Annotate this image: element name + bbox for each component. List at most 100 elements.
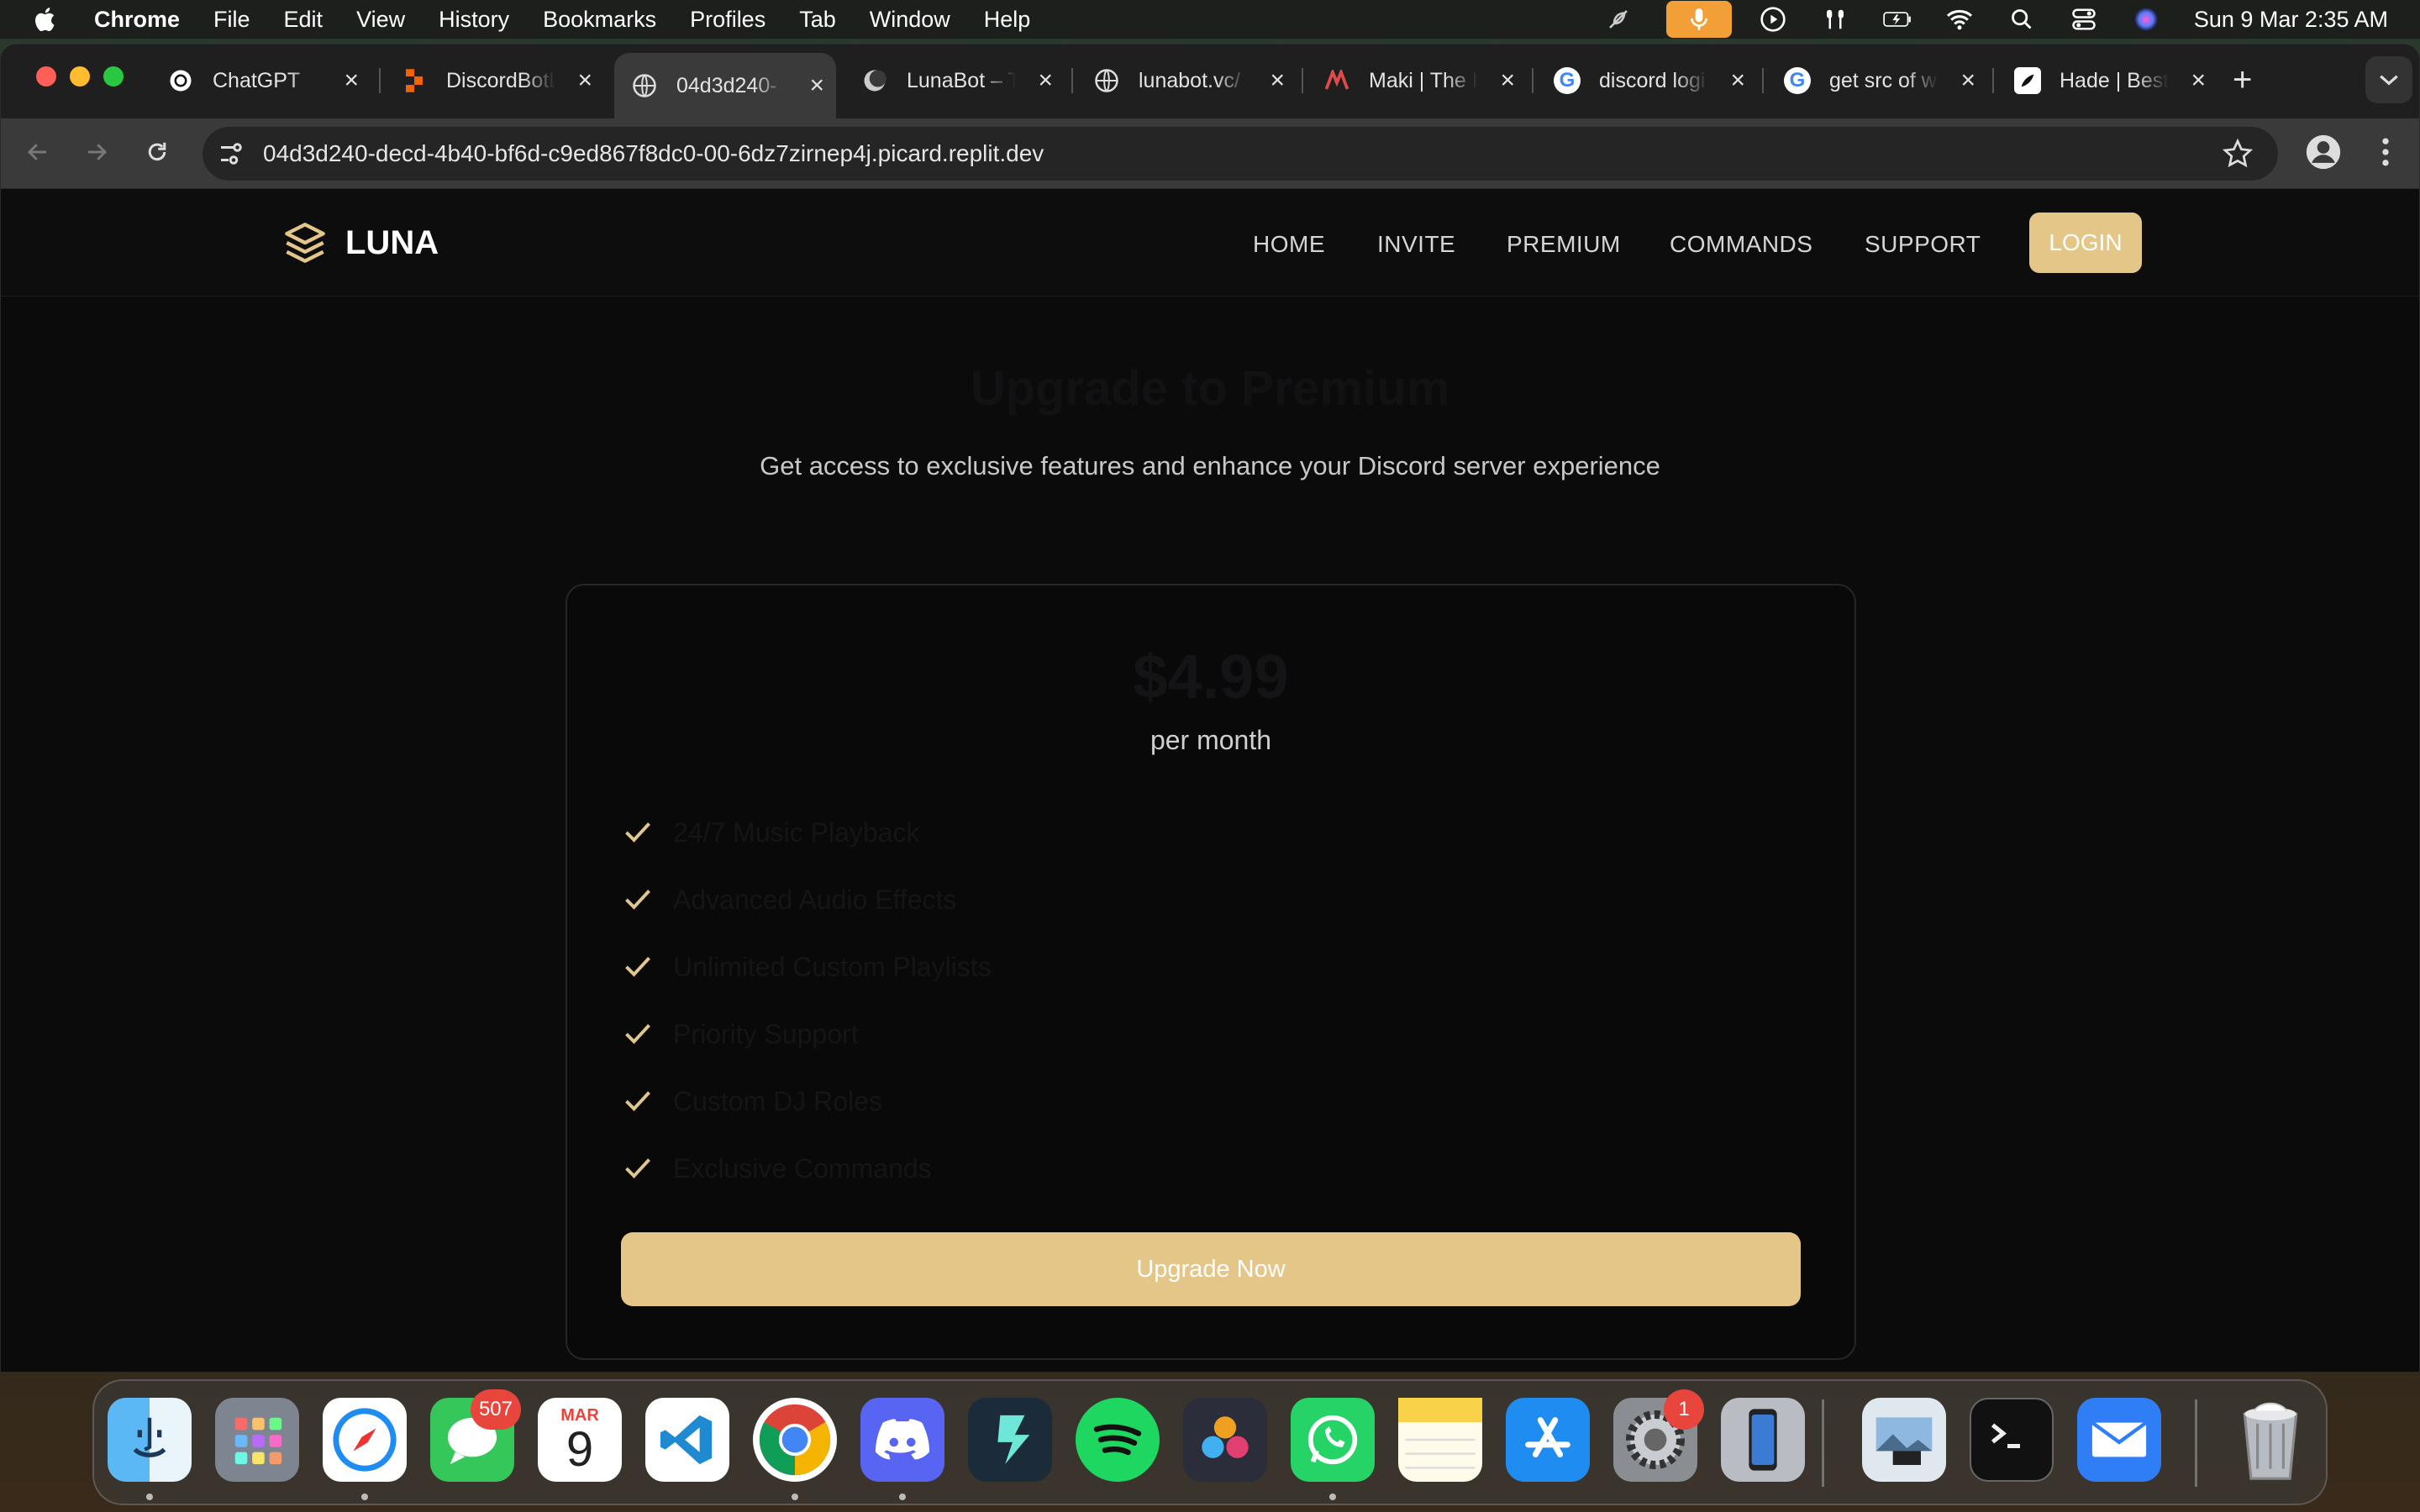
menu-clock[interactable]: Sun 9 Mar 2:35 AM xyxy=(2194,7,2388,33)
menu-help[interactable]: Help xyxy=(984,7,1031,33)
notes-icon[interactable] xyxy=(1398,1398,1482,1482)
app-store-icon[interactable] xyxy=(1506,1398,1590,1482)
feather-slash-icon[interactable] xyxy=(1604,5,1633,34)
tab-lunabot[interactable]: LunaBot – T × xyxy=(844,53,1065,108)
menu-view[interactable]: View xyxy=(356,7,405,33)
url-text: 04d3d240-decd-4b40-bf6d-c9ed867f8dc0-00-… xyxy=(263,140,1044,166)
bookmark-star-icon[interactable] xyxy=(2223,139,2253,169)
new-tab-button[interactable]: + xyxy=(2233,61,2252,99)
menu-profiles[interactable]: Profiles xyxy=(690,7,765,33)
discord-icon[interactable] xyxy=(860,1398,944,1482)
upgrade-now-button[interactable]: Upgrade Now xyxy=(621,1232,1801,1306)
close-icon[interactable]: × xyxy=(1270,66,1285,95)
menu-edit[interactable]: Edit xyxy=(284,7,324,33)
forward-arrow-icon[interactable] xyxy=(78,134,115,171)
back-arrow-icon[interactable] xyxy=(19,134,56,171)
feature-label: Priority Support xyxy=(673,1018,859,1049)
tab-title: lunabot.vc/ xyxy=(1139,68,1240,92)
checkmark-icon xyxy=(625,1158,650,1179)
menu-window[interactable]: Window xyxy=(870,7,950,33)
replit-icon xyxy=(401,67,428,94)
spotify-icon[interactable] xyxy=(1076,1398,1160,1482)
more-menu-icon[interactable] xyxy=(2367,134,2404,171)
tab-google-get-src[interactable]: G get src of w × xyxy=(1767,53,1987,108)
calendar-icon[interactable]: MAR 9 xyxy=(538,1398,622,1482)
microphone-icon[interactable] xyxy=(1665,1,1732,38)
tab-discordbot[interactable]: DiscordBotL × xyxy=(384,53,604,108)
control-center-icon[interactable] xyxy=(2070,5,2098,34)
checkmark-icon xyxy=(625,1024,650,1044)
google-icon: G xyxy=(1554,67,1581,94)
filmora-icon[interactable] xyxy=(968,1398,1052,1482)
davinci-resolve-icon[interactable] xyxy=(1183,1398,1267,1482)
battery-icon[interactable] xyxy=(1883,5,1912,34)
site-settings-icon[interactable] xyxy=(216,139,246,169)
search-icon[interactable] xyxy=(2007,5,2036,34)
nav-support[interactable]: SUPPORT xyxy=(1865,231,1981,258)
nav-premium[interactable]: PREMIUM xyxy=(1507,231,1621,258)
feature-list: 24/7 Music Playback Advanced Audio Effec… xyxy=(623,799,1463,1202)
close-icon[interactable]: × xyxy=(1500,66,1515,95)
tab-hade[interactable]: Hade | Best × xyxy=(1997,53,2217,108)
close-icon[interactable]: × xyxy=(1960,66,1975,95)
messages-icon[interactable]: 507 xyxy=(430,1389,521,1482)
mail-icon[interactable] xyxy=(2077,1398,2161,1482)
vscode-icon[interactable] xyxy=(645,1398,729,1482)
whatsapp-icon[interactable] xyxy=(1291,1398,1375,1482)
logo-text: LUNA xyxy=(345,223,439,261)
close-icon[interactable]: × xyxy=(809,71,824,100)
reload-icon[interactable] xyxy=(139,134,176,171)
page-title: Upgrade to Premium xyxy=(970,361,1450,416)
nav-invite[interactable]: INVITE xyxy=(1377,231,1455,258)
nav-commands[interactable]: COMMANDS xyxy=(1670,231,1812,258)
finder-icon[interactable] xyxy=(108,1398,192,1482)
login-button[interactable]: LOGIN xyxy=(2029,213,2142,273)
close-icon[interactable]: × xyxy=(1038,66,1053,95)
apple-icon[interactable] xyxy=(32,5,60,34)
minimize-window-button[interactable] xyxy=(70,66,90,87)
close-icon[interactable]: × xyxy=(344,66,359,95)
safari-icon[interactable] xyxy=(323,1398,407,1482)
feature-label: Custom DJ Roles xyxy=(673,1085,882,1116)
tab-title: Hade | Best xyxy=(2060,68,2169,92)
tab-chatgpt[interactable]: ChatGPT × xyxy=(150,53,371,108)
nav-home[interactable]: HOME xyxy=(1253,231,1325,258)
chrome-icon[interactable] xyxy=(753,1398,837,1482)
profile-icon[interactable] xyxy=(2305,134,2342,171)
site-logo[interactable]: LUNA xyxy=(283,221,439,265)
trash-icon[interactable] xyxy=(2228,1398,2312,1482)
notification-badge: 507 xyxy=(470,1389,521,1430)
close-icon[interactable]: × xyxy=(577,66,592,95)
feature-item: 24/7 Music Playback xyxy=(623,799,1463,866)
tab-title: LunaBot – T xyxy=(907,68,1016,92)
system-settings-icon[interactable]: 1 xyxy=(1613,1389,1704,1482)
chrome-window: ChatGPT × DiscordBotL × 04d3d240- × Luna… xyxy=(0,44,2420,1373)
close-icon[interactable]: × xyxy=(1730,66,1745,95)
close-window-button[interactable] xyxy=(36,66,56,87)
launchpad-icon[interactable] xyxy=(215,1398,299,1482)
tab-google-discord-logo[interactable]: G discord logi × xyxy=(1537,53,1757,108)
pricing-card: $4.99 per month 24/7 Music Playback Adva… xyxy=(566,584,1856,1360)
address-bar[interactable]: 04d3d240-decd-4b40-bf6d-c9ed867f8dc0-00-… xyxy=(203,127,2278,181)
menu-bookmarks[interactable]: Bookmarks xyxy=(543,7,656,33)
feature-label: 24/7 Music Playback xyxy=(673,816,920,848)
feature-label: Advanced Audio Effects xyxy=(673,884,957,915)
airpods-icon[interactable] xyxy=(1821,5,1849,34)
menu-history[interactable]: History xyxy=(439,7,509,33)
preview-icon[interactable] xyxy=(1862,1398,1946,1482)
siri-icon[interactable] xyxy=(2132,5,2160,34)
menu-file[interactable]: File xyxy=(213,7,250,33)
wifi-icon[interactable] xyxy=(1945,5,1974,34)
menu-tab[interactable]: Tab xyxy=(799,7,836,33)
play-circle-icon[interactable] xyxy=(1759,5,1787,34)
tab-title: 04d3d240- xyxy=(676,73,777,97)
tab-lunabot-vc[interactable]: lunabot.vc/ × xyxy=(1076,53,1297,108)
zoom-window-button[interactable] xyxy=(103,66,124,87)
tab-replit-app[interactable]: 04d3d240- × xyxy=(614,53,836,118)
close-icon[interactable]: × xyxy=(2191,66,2206,95)
terminal-icon[interactable] xyxy=(1970,1398,2054,1482)
tab-search-button[interactable] xyxy=(2365,56,2412,103)
menu-app-chrome[interactable]: Chrome xyxy=(94,7,180,33)
iphone-mirroring-icon[interactable] xyxy=(1721,1398,1805,1482)
tab-maki[interactable]: Maki | The I × xyxy=(1307,53,1527,108)
